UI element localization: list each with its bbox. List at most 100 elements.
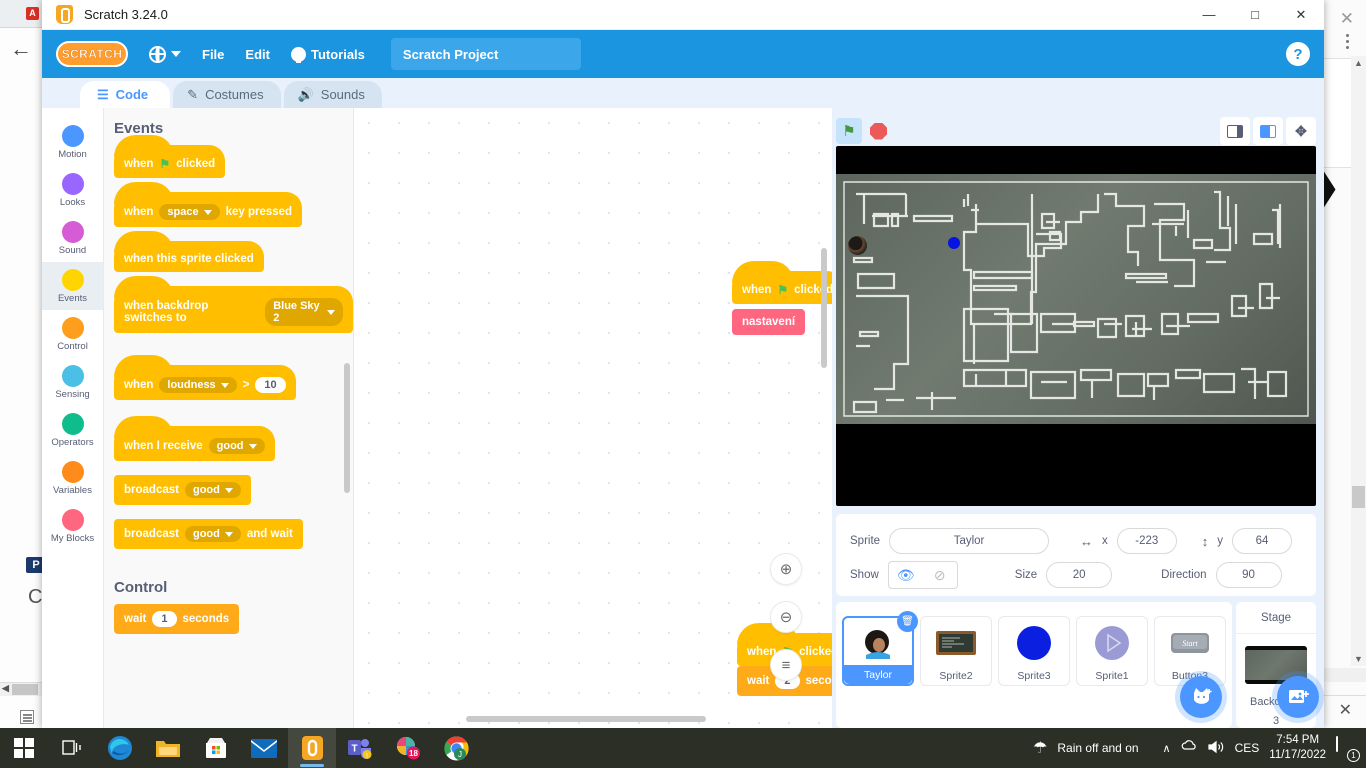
broadcast-dropdown[interactable]: good [184,482,241,498]
workspace-hscrollbar[interactable] [466,716,706,722]
edit-menu[interactable]: Edit [245,47,270,62]
stage-pane[interactable]: Stage Backdrops 3 [1236,602,1319,728]
tray-chevron-icon[interactable]: ∧ [1163,742,1171,755]
block-palette[interactable]: Events when ⚑ clicked when space key pre… [104,108,354,728]
palette-scrollbar[interactable] [344,363,350,493]
scroll-left-arrow[interactable]: ◀ [2,683,9,694]
workspace-vscrollbar[interactable] [821,248,827,368]
palette-block-when-backdrop-switches[interactable]: when backdrop switches to Blue Sky 2 [114,276,353,333]
edge-icon[interactable] [96,728,144,768]
weather-text[interactable]: Rain off and on [1057,741,1138,755]
message-dropdown[interactable]: good [208,438,265,454]
sprite-item-sprite1[interactable]: Sprite1 [1076,616,1148,686]
scratch-wordmark-logo[interactable]: SCRATCH [56,41,128,67]
onedrive-icon[interactable] [1181,740,1198,756]
category-my-blocks[interactable]: My Blocks [42,502,103,550]
fullscreen-button[interactable]: ✥ [1286,117,1316,145]
zoom-out-button[interactable]: ⊖ [770,601,802,633]
palette-block-when-flag-clicked[interactable]: when ⚑ clicked [114,135,226,178]
delete-sprite-button[interactable]: 🗑 [897,611,918,632]
category-looks[interactable]: Looks [42,166,103,214]
close-button[interactable]: ✕ [1278,0,1324,30]
stage-canvas[interactable] [836,146,1316,506]
minimize-button[interactable]: — [1186,0,1232,30]
loudness-dropdown[interactable]: loudness [159,377,237,393]
sprite-item-button3[interactable]: Start Button3 [1154,616,1226,686]
file-explorer-icon[interactable] [144,728,192,768]
tutorials-menu[interactable]: Tutorials [290,46,365,63]
category-control[interactable]: Control [42,310,103,358]
bg-right-vscrollbar[interactable]: ▲ ▼ [1351,56,1366,666]
scroll-down-arrow[interactable]: ▼ [1354,654,1363,664]
sprite3-blue-circle-on-stage[interactable] [948,237,960,249]
wait-seconds-input[interactable]: 1 [152,611,177,627]
script-custom-block-nastaveni[interactable]: nastavení [732,309,806,335]
small-stage-button[interactable] [1220,117,1250,145]
mail-icon[interactable] [240,728,288,768]
green-flag-button[interactable]: ⚑ [836,118,862,144]
kebab-menu-icon[interactable] [1346,34,1349,37]
volume-icon[interactable] [1208,740,1225,757]
large-stage-button[interactable] [1253,117,1283,145]
show-toggle-group[interactable]: 👁 ⊘ [887,561,958,589]
palette-block-wait-seconds[interactable]: wait 1 seconds [114,604,240,634]
chrome-icon[interactable]: J [432,728,480,768]
sprite-item-sprite3[interactable]: Sprite3 [998,616,1070,686]
bg-close-icon[interactable]: ✕ [1340,9,1354,29]
language-indicator[interactable]: CES [1235,741,1260,755]
task-view-icon[interactable] [48,728,96,768]
script-when-flag-clicked[interactable]: when ⚑ clicked [732,261,832,304]
sprite-item-sprite2[interactable]: Sprite2 [920,616,992,686]
project-name-field[interactable]: Scratch Project [390,38,581,70]
scratch-icon[interactable] [288,728,336,768]
category-sound[interactable]: Sound [42,214,103,262]
backdrop-dropdown[interactable]: Blue Sky 2 [265,298,343,326]
sprite-taylor-on-stage[interactable] [848,236,867,255]
palette-block-when-i-receive[interactable]: when I receive good [114,416,275,461]
y-input[interactable]: 64 [1232,528,1293,554]
palette-block-broadcast[interactable]: broadcast good [114,475,251,505]
direction-input[interactable]: 90 [1215,562,1282,588]
palette-block-when-key-pressed[interactable]: when space key pressed [114,182,303,227]
bg-close-icon-2[interactable]: ✕ [1339,700,1352,720]
category-operators[interactable]: Operators [42,406,103,454]
sprite-name-input[interactable]: Taylor [889,528,1050,554]
stop-button[interactable] [870,122,887,140]
file-menu[interactable]: File [202,47,224,62]
add-sprite-button[interactable] [1180,676,1222,718]
show-hidden-button[interactable]: ⊘ [923,562,957,588]
back-arrow-icon[interactable]: ← [10,36,32,62]
zoom-in-button[interactable]: ⊕ [770,553,802,585]
help-button[interactable]: ? [1286,42,1310,66]
palette-block-broadcast-and-wait[interactable]: broadcast good and wait [114,519,303,549]
start-icon[interactable] [0,728,48,768]
notifications-button[interactable]: 1 [1336,736,1360,762]
category-motion[interactable]: Motion [42,118,103,166]
scroll-up-arrow[interactable]: ▲ [1354,58,1363,68]
broadcast-wait-dropdown[interactable]: good [184,526,241,542]
key-dropdown[interactable]: space [159,204,220,220]
palette-block-when-loudness[interactable]: when loudness > 10 [114,355,296,400]
show-visible-button[interactable]: 👁 [889,562,923,588]
maximize-button[interactable]: □ [1232,0,1278,30]
language-menu[interactable] [149,45,181,63]
whatsapp-icon[interactable]: 18 [384,728,432,768]
category-sensing[interactable]: Sensing [42,358,103,406]
x-input[interactable]: -223 [1116,528,1177,554]
loudness-threshold-input[interactable]: 10 [255,377,286,393]
add-backdrop-button[interactable] [1277,676,1319,718]
code-workspace[interactable]: when ⚑ clicked nastavení define nastaven… [354,108,832,728]
tab-costumes[interactable]: ✎ Costumes [173,81,281,108]
tab-code[interactable]: ☰ Code [80,81,171,108]
microsoft-store-icon[interactable] [192,728,240,768]
category-events[interactable]: Events [42,262,103,310]
zoom-reset-button[interactable]: ≡ [770,649,802,681]
palette-block-when-sprite-clicked[interactable]: when this sprite clicked [114,231,264,272]
umbrella-rain-icon[interactable]: ☂ [1033,738,1047,758]
teams-icon[interactable]: T ! [336,728,384,768]
size-input[interactable]: 20 [1046,562,1113,588]
clock[interactable]: 7:54 PM 11/17/2022 [1269,733,1326,763]
sprite-item-taylor[interactable]: Taylor 🗑 [842,611,918,686]
tab-sounds[interactable]: 🔊 Sounds [283,81,382,108]
category-variables[interactable]: Variables [42,454,103,502]
